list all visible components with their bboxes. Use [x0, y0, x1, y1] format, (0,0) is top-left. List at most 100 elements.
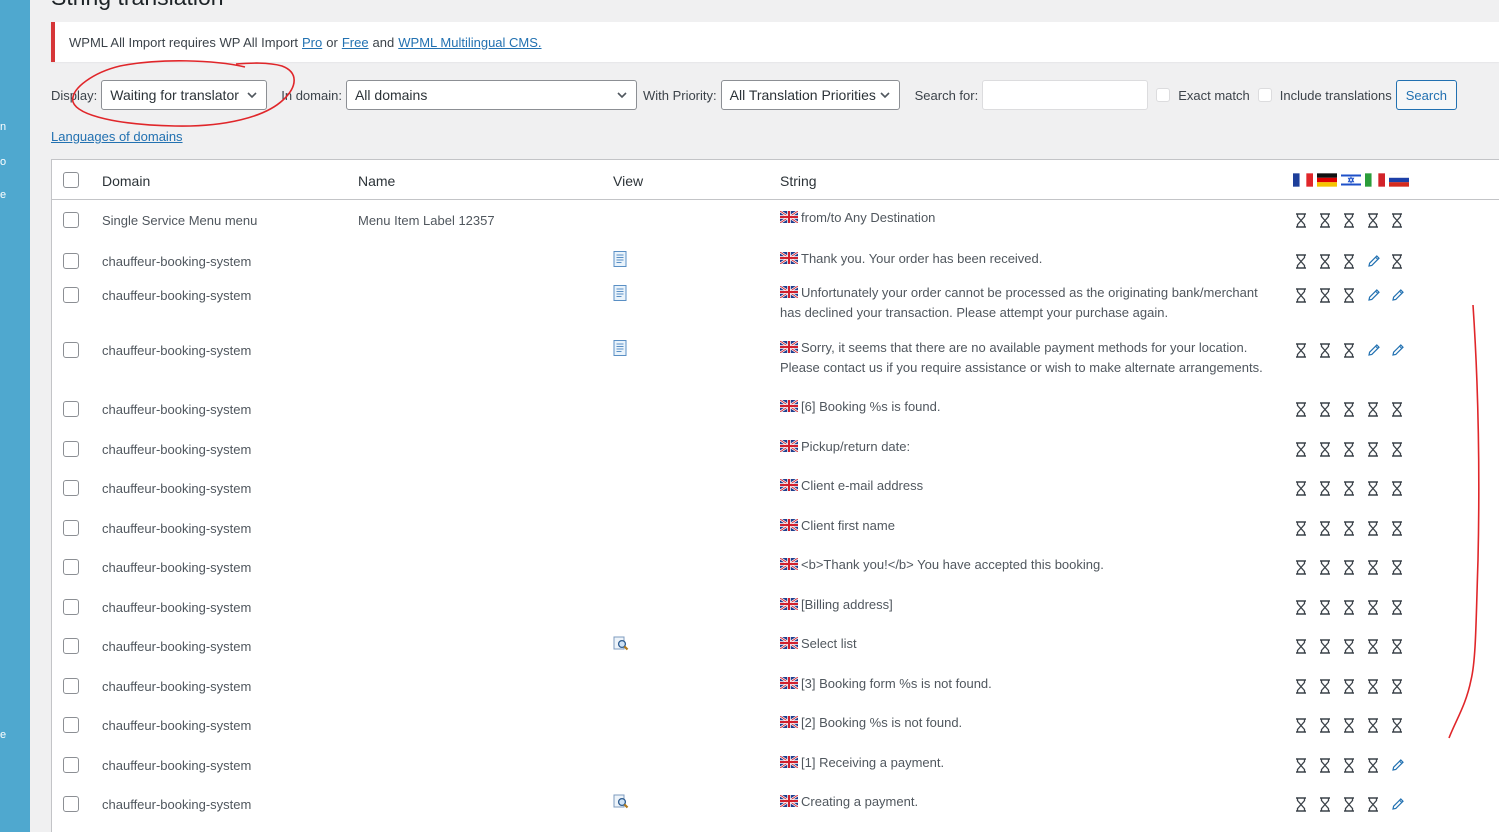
hourglass-icon[interactable] [1319, 212, 1343, 228]
hourglass-icon[interactable] [1343, 520, 1367, 536]
hourglass-icon[interactable] [1391, 638, 1415, 654]
hourglass-icon[interactable] [1319, 253, 1343, 269]
row-checkbox[interactable] [63, 757, 79, 773]
sidebar-fragment[interactable]: o [0, 156, 6, 168]
priority-select[interactable]: All Translation Priorities [720, 80, 900, 110]
hourglass-icon[interactable] [1295, 441, 1319, 457]
hourglass-icon[interactable] [1343, 678, 1367, 694]
hourglass-icon[interactable] [1367, 717, 1391, 733]
hourglass-icon[interactable] [1319, 796, 1343, 812]
hourglass-icon[interactable] [1295, 678, 1319, 694]
view-page-icon[interactable] [613, 251, 627, 267]
hourglass-icon[interactable] [1367, 212, 1391, 228]
hourglass-icon[interactable] [1391, 441, 1415, 457]
hourglass-icon[interactable] [1391, 717, 1415, 733]
hourglass-icon[interactable] [1295, 342, 1319, 358]
hourglass-icon[interactable] [1391, 520, 1415, 536]
select-all-checkbox[interactable] [63, 172, 79, 188]
hourglass-icon[interactable] [1343, 559, 1367, 575]
row-checkbox[interactable] [63, 638, 79, 654]
hourglass-icon[interactable] [1343, 441, 1367, 457]
include-translations-checkbox[interactable] [1257, 88, 1272, 102]
hourglass-icon[interactable] [1343, 757, 1367, 773]
hourglass-icon[interactable] [1295, 520, 1319, 536]
view-search-icon[interactable] [613, 636, 629, 652]
hourglass-icon[interactable] [1319, 287, 1343, 303]
hourglass-icon[interactable] [1319, 678, 1343, 694]
view-page-icon[interactable] [613, 340, 627, 356]
hourglass-icon[interactable] [1391, 678, 1415, 694]
hourglass-icon[interactable] [1367, 796, 1391, 812]
hourglass-icon[interactable] [1391, 559, 1415, 575]
hourglass-icon[interactable] [1367, 441, 1391, 457]
hourglass-icon[interactable] [1367, 757, 1391, 773]
sidebar-fragment[interactable]: n [0, 121, 6, 133]
pencil-edit-icon[interactable] [1367, 342, 1391, 358]
hourglass-icon[interactable] [1319, 599, 1343, 615]
hourglass-icon[interactable] [1367, 401, 1391, 417]
hourglass-icon[interactable] [1343, 638, 1367, 654]
view-search-icon[interactable] [613, 794, 629, 810]
hourglass-icon[interactable] [1343, 287, 1367, 303]
row-checkbox[interactable] [63, 401, 79, 417]
row-checkbox[interactable] [63, 520, 79, 536]
search-input[interactable] [982, 80, 1149, 110]
hourglass-icon[interactable] [1295, 796, 1319, 812]
hourglass-icon[interactable] [1295, 253, 1319, 269]
hourglass-icon[interactable] [1343, 212, 1367, 228]
row-checkbox[interactable] [63, 480, 79, 496]
pencil-edit-icon[interactable] [1391, 287, 1415, 303]
hourglass-icon[interactable] [1391, 599, 1415, 615]
notice-link-free[interactable]: Free [342, 35, 369, 50]
row-checkbox[interactable] [63, 441, 79, 457]
column-domain[interactable]: Domain [102, 173, 150, 189]
hourglass-icon[interactable] [1319, 559, 1343, 575]
exact-match-checkbox[interactable] [1156, 88, 1171, 102]
hourglass-icon[interactable] [1343, 253, 1367, 269]
hourglass-icon[interactable] [1391, 480, 1415, 496]
pencil-edit-icon[interactable] [1391, 757, 1415, 773]
hourglass-icon[interactable] [1319, 342, 1343, 358]
row-checkbox[interactable] [63, 253, 79, 269]
row-checkbox[interactable] [63, 796, 79, 812]
domain-select[interactable]: All domains [345, 80, 637, 110]
sidebar-fragment[interactable]: e [0, 729, 6, 741]
row-checkbox[interactable] [63, 599, 79, 615]
languages-of-domains-link[interactable]: Languages of domains [51, 129, 183, 144]
sidebar-fragment[interactable]: e [0, 189, 6, 201]
hourglass-icon[interactable] [1367, 559, 1391, 575]
hourglass-icon[interactable] [1295, 559, 1319, 575]
hourglass-icon[interactable] [1295, 212, 1319, 228]
hourglass-icon[interactable] [1367, 678, 1391, 694]
hourglass-icon[interactable] [1319, 717, 1343, 733]
row-checkbox[interactable] [63, 559, 79, 575]
hourglass-icon[interactable] [1343, 796, 1367, 812]
row-checkbox[interactable] [63, 717, 79, 733]
row-checkbox[interactable] [63, 287, 79, 303]
pencil-edit-icon[interactable] [1367, 287, 1391, 303]
hourglass-icon[interactable] [1391, 401, 1415, 417]
hourglass-icon[interactable] [1367, 638, 1391, 654]
hourglass-icon[interactable] [1319, 520, 1343, 536]
row-checkbox[interactable] [63, 678, 79, 694]
notice-link-pro[interactable]: Pro [302, 35, 322, 50]
hourglass-icon[interactable] [1343, 342, 1367, 358]
hourglass-icon[interactable] [1295, 757, 1319, 773]
hourglass-icon[interactable] [1319, 638, 1343, 654]
hourglass-icon[interactable] [1367, 599, 1391, 615]
view-page-icon[interactable] [613, 285, 627, 301]
hourglass-icon[interactable] [1319, 401, 1343, 417]
pencil-edit-icon[interactable] [1391, 342, 1415, 358]
row-checkbox[interactable] [63, 342, 79, 358]
row-checkbox[interactable] [63, 212, 79, 228]
hourglass-icon[interactable] [1295, 717, 1319, 733]
hourglass-icon[interactable] [1295, 480, 1319, 496]
hourglass-icon[interactable] [1343, 717, 1367, 733]
hourglass-icon[interactable] [1367, 480, 1391, 496]
hourglass-icon[interactable] [1295, 287, 1319, 303]
hourglass-icon[interactable] [1319, 757, 1343, 773]
hourglass-icon[interactable] [1367, 520, 1391, 536]
hourglass-icon[interactable] [1319, 480, 1343, 496]
hourglass-icon[interactable] [1343, 401, 1367, 417]
hourglass-icon[interactable] [1343, 480, 1367, 496]
